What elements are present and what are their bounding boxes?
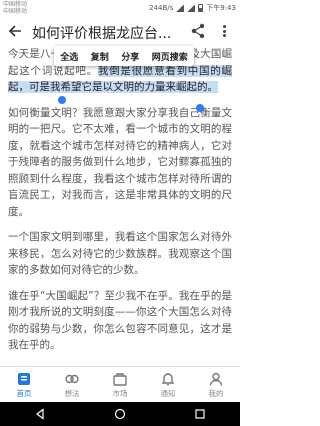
more-dot-icon	[222, 29, 226, 33]
share-text-button[interactable]: 分享	[121, 50, 139, 63]
home-icon	[18, 372, 30, 385]
nav-label: 我的	[208, 388, 224, 398]
bell-icon	[161, 372, 175, 385]
share-icon	[191, 23, 205, 39]
carrier-label: 中国移动	[3, 1, 28, 8]
system-recents-icon[interactable]	[194, 408, 206, 420]
nav-label: 市场	[112, 388, 128, 398]
wifi-icon	[176, 4, 185, 12]
select-all-button[interactable]: 全选	[60, 50, 78, 63]
network-speed: 244B/s	[149, 4, 174, 12]
carrier-label-2: 中国移动	[3, 8, 28, 15]
bottom-nav: 首页 想法 市场 通知 我的	[0, 366, 240, 402]
more-options-button[interactable]	[216, 22, 232, 40]
ideas-icon	[65, 374, 79, 383]
selection-start-handle[interactable]	[58, 96, 66, 104]
nav-ideas[interactable]: 想法	[48, 367, 96, 402]
system-home-icon[interactable]	[114, 408, 126, 420]
nav-notifications[interactable]: 通知	[144, 367, 192, 402]
profile-icon	[209, 372, 223, 386]
status-indicators: 244B/s 下午9:43	[149, 3, 236, 13]
text-selection-menu: 全选 复制 分享 网页搜索	[54, 46, 194, 66]
nav-label: 首页	[16, 388, 32, 398]
market-icon	[113, 372, 127, 386]
battery-icon	[198, 4, 204, 12]
nav-label: 通知	[160, 388, 176, 398]
nav-profile[interactable]: 我的	[192, 367, 240, 402]
nav-home[interactable]: 首页	[0, 367, 48, 402]
more-dot-icon	[222, 34, 226, 37]
paragraph: 谁在乎“大国崛起”？至少我不在乎。我在乎的是刚才我所说的文明刻度——你这个大国怎…	[8, 289, 232, 352]
back-button[interactable]	[6, 22, 24, 40]
copy-button[interactable]: 复制	[91, 50, 109, 63]
web-search-button[interactable]: 网页搜索	[152, 50, 188, 63]
back-arrow-icon	[8, 25, 21, 37]
more-dot-icon	[222, 25, 226, 28]
clock: 下午9:43	[206, 4, 236, 12]
paragraph: 如何衡量文明？我愿意跟大家分享我自己衡量文明的一把尺。它不太难，看一个城市的文明…	[8, 106, 232, 218]
signal-icon	[187, 4, 196, 12]
status-bar: 中国移动 中国移动 244B/s 下午9:43	[0, 0, 240, 16]
carrier-info: 中国移动 中国移动	[3, 1, 27, 15]
system-back-icon[interactable]	[34, 408, 46, 420]
paragraph: 一个国家文明到哪里，我看这个国家怎么对待外来移民，怎么对待它的少数族群。我观察这…	[8, 231, 232, 276]
article-body[interactable]: 今天是八一建军节，应当放轻一看，以及大国崛起这个词说起吧。我倒是很愿意看到中国的…	[0, 46, 240, 366]
nav-label: 想法	[64, 388, 80, 398]
selection-end-handle[interactable]	[196, 104, 204, 112]
system-nav-bar	[0, 402, 240, 426]
page-title: 如何评价根据龙应台...	[32, 26, 172, 42]
nav-market[interactable]: 市场	[96, 367, 144, 402]
share-button[interactable]	[190, 23, 206, 39]
app-bar: 如何评价根据龙应台...	[0, 16, 240, 46]
